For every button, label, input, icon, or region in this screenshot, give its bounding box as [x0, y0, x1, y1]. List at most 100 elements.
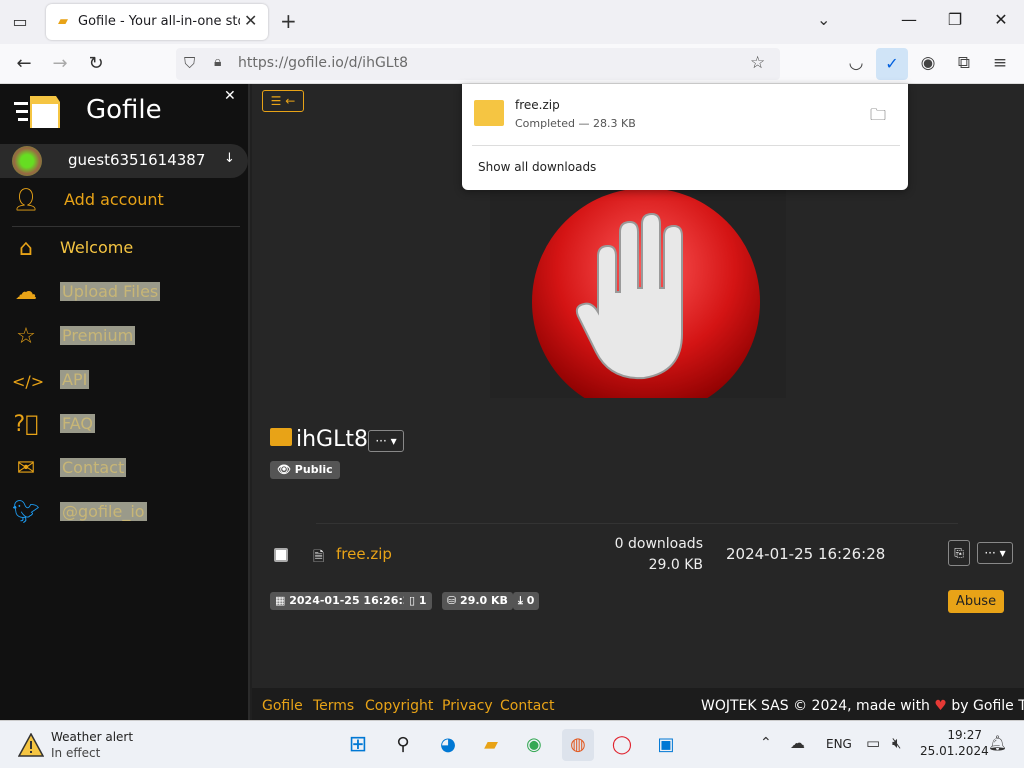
account-selector[interactable]: guest6351614387 ↓ [0, 144, 248, 178]
opera-icon[interactable]: ◯ [606, 729, 638, 761]
clock-date[interactable]: 25.01.2024 [920, 744, 989, 758]
account-icon[interactable]: ◉ [915, 53, 941, 73]
footer-link-gofile[interactable]: Gofile [262, 698, 303, 714]
footer-link-terms[interactable]: Terms [313, 698, 354, 714]
file-select-checkbox[interactable] [274, 548, 288, 562]
folder-icon [270, 428, 292, 446]
url-text[interactable]: https://gofile.io/d/ihGLt8 [238, 55, 408, 71]
forward-icon[interactable]: → [48, 53, 72, 74]
close-sidebar-icon[interactable]: ✕ [224, 88, 236, 104]
avatar [12, 146, 42, 176]
firefox-icon[interactable]: ◍ [562, 729, 594, 761]
close-window-icon[interactable]: ✕ [989, 10, 1013, 29]
url-bar[interactable]: ⛉ 🔒︎ https://gofile.io/d/ihGLt8 ☆ [176, 48, 780, 80]
back-icon[interactable]: ← [12, 53, 36, 74]
folder-menu-button[interactable]: ··· ▾ [368, 430, 404, 452]
edge-icon[interactable]: ◕ [432, 729, 464, 761]
star-icon: ☆ [16, 324, 36, 349]
sidebar-item-label: @gofile_io [60, 502, 147, 521]
reload-icon[interactable]: ↻ [84, 53, 108, 74]
volume-icon[interactable]: 🔇︎ [892, 734, 901, 752]
copyright-text: WOJTEK SAS © 2024, made with ♥ by Gofile… [701, 698, 1024, 714]
extensions-icon[interactable]: ⧉ [951, 53, 977, 73]
bookmark-star-icon[interactable]: ☆ [750, 53, 765, 73]
download-filename[interactable]: free.zip [515, 98, 560, 112]
gofile-logo-icon [14, 96, 60, 128]
onedrive-icon[interactable]: ☁ [790, 734, 805, 752]
cloud-upload-icon: ☁ [15, 280, 37, 305]
weather-subtitle[interactable]: In effect [51, 746, 100, 760]
sidebar-item-contact[interactable]: ✉ Contact [0, 452, 248, 488]
chrome-icon[interactable]: ◉ [518, 729, 550, 761]
abuse-button[interactable]: Abuse [948, 590, 1004, 613]
sidebar-divider [12, 226, 240, 227]
network-icon[interactable]: ▭ [866, 734, 880, 752]
download-icon: ⤓ [518, 594, 527, 607]
eye-icon: 👁︎ [277, 463, 295, 476]
warning-icon[interactable] [18, 733, 44, 757]
visibility-badge: 👁︎ Public [270, 461, 340, 479]
restore-icon[interactable]: ❐ [943, 10, 967, 29]
meta-count-badge: ▯ 1 [404, 592, 432, 610]
download-count: 0 downloads [614, 536, 703, 552]
sidebar-item-label: Contact [60, 458, 127, 477]
shield-icon[interactable]: ⛉ [184, 54, 195, 72]
zip-file-icon: 🗎 [313, 549, 325, 565]
browser-tab[interactable]: ▰ Gofile - Your all-in-one storage solut… [46, 4, 268, 40]
clock-time[interactable]: 19:27 [924, 728, 982, 742]
sidebar-item-label: Upload Files [60, 282, 161, 301]
panel-divider [472, 145, 900, 146]
weather-title[interactable]: Weather alert [51, 730, 133, 744]
heart-icon: ♥ [934, 698, 947, 714]
footer-link-privacy[interactable]: Privacy [442, 698, 493, 714]
gofile-favicon-icon: ▰ [58, 14, 68, 29]
lock-icon[interactable]: 🔒︎ [214, 54, 221, 70]
notification-bell-icon[interactable]: 🔔︎ [988, 734, 1007, 752]
list-all-tabs-icon[interactable]: ▭ [10, 12, 30, 32]
store-icon[interactable]: ▣ [650, 729, 682, 761]
sidebar-item-twitter[interactable]: 🐦︎ @gofile_io [0, 496, 248, 532]
file-size: 29.0 KB [648, 557, 703, 573]
toggle-sidebar-button[interactable]: ☰ ← [262, 90, 304, 112]
file-date: 2024-01-25 16:26:28 [726, 545, 886, 563]
file-download-button[interactable]: ⎘ [948, 540, 970, 566]
taskbar: Weather alert In effect ⊞ ⚲ ◕ ▰ ◉ ◍ ◯ ▣ … [0, 720, 1024, 768]
chevron-down-icon[interactable]: ⌄ [817, 10, 830, 29]
search-icon[interactable]: ⚲ [387, 729, 419, 761]
file-explorer-icon[interactable]: ▰ [475, 729, 507, 761]
start-icon[interactable]: ⊞ [342, 729, 374, 761]
add-user-icon: 👤︎ [12, 188, 40, 213]
menu-icon[interactable]: ≡ [987, 53, 1013, 73]
show-all-downloads-link[interactable]: Show all downloads [478, 160, 596, 174]
sidebar: Gofile ✕ guest6351614387 ↓ 👤︎ Add accoun… [0, 84, 250, 720]
arrow-down-icon[interactable]: ↓ [224, 151, 235, 166]
sidebar-item-upload[interactable]: ☁ Upload Files [0, 276, 248, 312]
footer-link-contact[interactable]: Contact [500, 698, 554, 714]
sidebar-item-welcome[interactable]: ⌂ Welcome [0, 232, 248, 268]
sidebar-item-label: Welcome [60, 238, 134, 257]
folder-name: ihGLt8 [296, 427, 368, 452]
sidebar-item-premium[interactable]: ☆ Premium [0, 320, 248, 356]
close-tab-icon[interactable]: ✕ [244, 11, 257, 30]
add-account-label: Add account [64, 190, 164, 209]
footer-link-copyright[interactable]: Copyright [365, 698, 433, 714]
sidebar-item-api[interactable]: </> API [0, 364, 248, 400]
file-name-link[interactable]: free.zip [336, 545, 392, 563]
downloads-button[interactable]: ✓ [876, 48, 908, 80]
chevron-up-icon[interactable]: ⌃ [760, 735, 772, 751]
add-account-button[interactable]: 👤︎ Add account [0, 184, 248, 220]
pocket-icon[interactable]: ◡ [843, 53, 869, 73]
meta-size-badge: ⛁ 29.0 KB [442, 592, 513, 610]
open-folder-icon[interactable]: 🗀 [870, 104, 886, 131]
language-indicator[interactable]: ENG [826, 737, 852, 751]
sidebar-item-faq[interactable]: ?⃝ FAQ [0, 408, 248, 444]
file-menu-button[interactable]: ··· ▾ [977, 542, 1013, 564]
row-divider [316, 523, 958, 524]
visibility-label: Public [294, 463, 333, 476]
guest-name: guest6351614387 [68, 151, 206, 169]
sidebar-item-label: API [60, 370, 90, 389]
minimize-icon[interactable]: — [897, 10, 921, 29]
new-tab-icon[interactable]: + [280, 9, 297, 33]
drive-icon: ⛁ [447, 594, 461, 607]
meta-date-badge: ▦ 2024-01-25 16:26:28 [270, 592, 424, 610]
